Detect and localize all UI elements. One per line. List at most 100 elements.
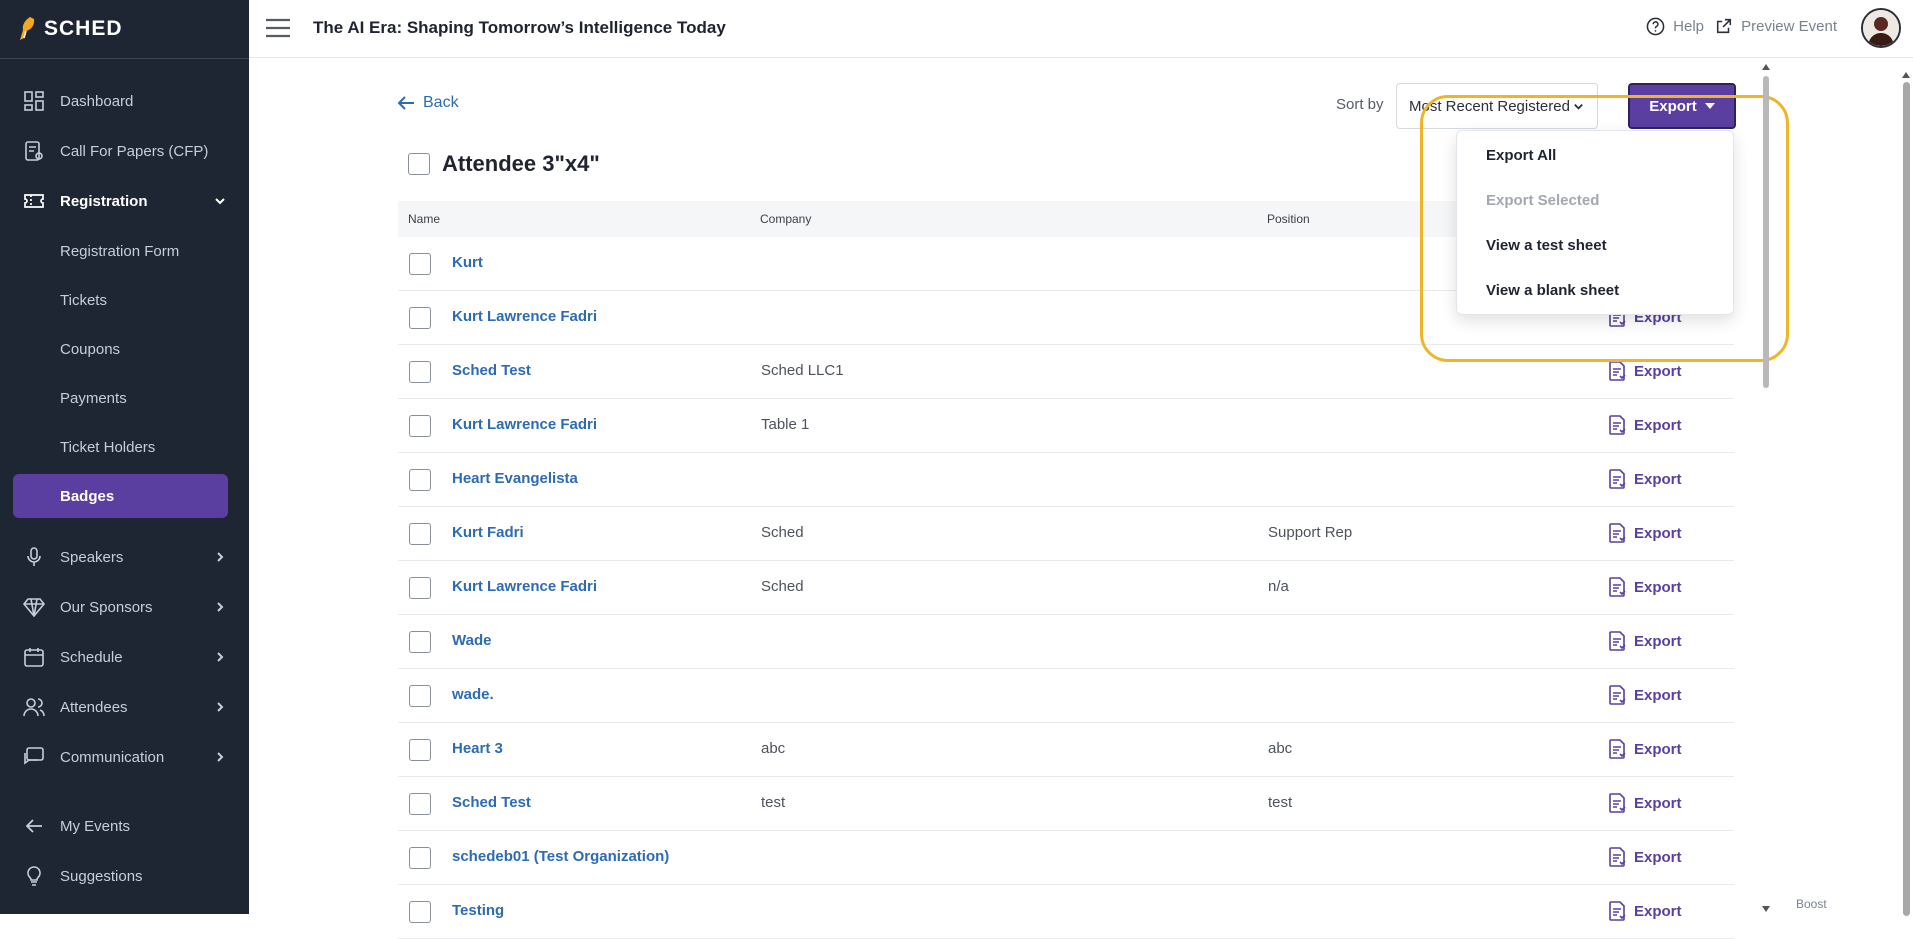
- scroll-up-arrow-icon[interactable]: [1762, 64, 1770, 70]
- sidebar-subitem-tickets[interactable]: Tickets: [0, 278, 249, 322]
- attendee-name-link[interactable]: wade.: [452, 686, 494, 703]
- highlight-annotation: [1420, 95, 1789, 362]
- row-export-button[interactable]: Export: [1608, 523, 1682, 543]
- row-checkbox[interactable]: [409, 307, 431, 329]
- export-document-icon: [1609, 469, 1626, 489]
- chevron-right-icon[interactable]: [213, 750, 227, 764]
- sidebar-item-label: Dashboard: [60, 92, 134, 110]
- menu-icon[interactable]: [265, 17, 291, 39]
- row-checkbox[interactable]: [409, 847, 431, 869]
- help-link[interactable]: Help: [1646, 17, 1704, 36]
- chevron-down-icon[interactable]: [213, 194, 227, 208]
- sidebar-item-communication[interactable]: Communication: [0, 735, 249, 779]
- sidebar-item-my-events[interactable]: My Events: [0, 804, 249, 848]
- sidebar-item-label: Communication: [60, 748, 165, 766]
- content-scrollbar[interactable]: [1760, 64, 1772, 914]
- row-checkbox[interactable]: [409, 739, 431, 761]
- sidebar-item-attendees[interactable]: Attendees: [0, 685, 249, 729]
- attendee-name-link[interactable]: Kurt Lawrence Fadri: [452, 308, 597, 325]
- attendee-name-link[interactable]: Kurt Lawrence Fadri: [452, 578, 597, 595]
- chevron-right-icon[interactable]: [213, 650, 227, 664]
- attendee-name-link[interactable]: Sched Test: [452, 794, 531, 811]
- attendee-name-link[interactable]: Testing: [452, 902, 504, 919]
- row-checkbox[interactable]: [409, 631, 431, 653]
- preview-label: Preview Event: [1741, 17, 1837, 35]
- attendee-name-link[interactable]: Kurt Fadri: [452, 524, 524, 541]
- table-row: schedeb01 (Test Organization) Export: [398, 831, 1734, 885]
- row-checkbox[interactable]: [409, 469, 431, 491]
- attendee-name-link[interactable]: Kurt: [452, 254, 483, 271]
- attendee-position: Support Rep: [1268, 524, 1353, 541]
- attendee-name-link[interactable]: Kurt Lawrence Fadri: [452, 416, 597, 433]
- external-link-icon: [1717, 18, 1732, 34]
- avatar[interactable]: [1861, 8, 1901, 48]
- attendee-name-link[interactable]: schedeb01 (Test Organization): [452, 848, 669, 865]
- select-all-checkbox[interactable]: [408, 153, 430, 175]
- row-checkbox[interactable]: [409, 253, 431, 275]
- row-export-label: Export: [1634, 362, 1682, 380]
- brand-name: SCHED: [44, 17, 123, 40]
- sidebar-item-dashboard[interactable]: Dashboard: [0, 79, 249, 123]
- sidebar-item-registration[interactable]: Registration: [0, 179, 249, 223]
- sidebar-subitem-coupons[interactable]: Coupons: [0, 327, 249, 371]
- table-row: Kurt Lawrence Fadri Sched n/a Export: [398, 561, 1734, 615]
- attendee-company: Sched: [761, 578, 804, 595]
- row-export-button[interactable]: Export: [1608, 631, 1682, 651]
- chevron-right-icon[interactable]: [213, 600, 227, 614]
- row-checkbox[interactable]: [409, 523, 431, 545]
- sidebar-subitem-payments[interactable]: Payments: [0, 376, 249, 420]
- sidebar-item-speakers[interactable]: Speakers: [0, 535, 249, 579]
- sched-logo[interactable]: SCHED: [16, 14, 123, 44]
- table-row: Kurt Lawrence Fadri Table 1 Export: [398, 399, 1734, 453]
- attendee-name-link[interactable]: Heart Evangelista: [452, 470, 578, 487]
- row-checkbox[interactable]: [409, 577, 431, 599]
- row-export-button[interactable]: Export: [1608, 847, 1682, 867]
- sidebar-subitem-registration-form[interactable]: Registration Form: [0, 229, 249, 273]
- row-checkbox[interactable]: [409, 901, 431, 923]
- row-export-button[interactable]: Export: [1608, 469, 1682, 489]
- scroll-up-arrow-icon[interactable]: [1902, 72, 1910, 78]
- back-link[interactable]: Back: [397, 94, 459, 112]
- attendee-name-link[interactable]: Wade: [452, 632, 491, 649]
- attendee-company: Sched: [761, 524, 804, 541]
- people-icon: [23, 698, 45, 717]
- row-export-button[interactable]: Export: [1608, 739, 1682, 759]
- row-checkbox[interactable]: [409, 361, 431, 383]
- export-document-icon: [1609, 901, 1626, 921]
- scrollbar-thumb[interactable]: [1763, 76, 1769, 388]
- row-checkbox[interactable]: [409, 685, 431, 707]
- scrollbar-thumb[interactable]: [1903, 82, 1910, 916]
- attendee-name-link[interactable]: Heart 3: [452, 740, 503, 757]
- sidebar-item-label: Suggestions: [60, 867, 143, 885]
- sidebar-item-suggestions[interactable]: Suggestions: [0, 854, 249, 898]
- scroll-down-arrow-icon[interactable]: [1762, 906, 1770, 912]
- sidebar-subitem-label: Registration Form: [60, 242, 180, 260]
- attendee-name-link[interactable]: Sched Test: [452, 362, 531, 379]
- chat-icon: [24, 747, 44, 765]
- row-export-label: Export: [1634, 740, 1682, 758]
- sidebar-item-sponsors[interactable]: Our Sponsors: [0, 585, 249, 629]
- preview-event-link[interactable]: Preview Event: [1715, 17, 1837, 35]
- row-export-button[interactable]: Export: [1608, 793, 1682, 813]
- row-checkbox[interactable]: [409, 793, 431, 815]
- table-row: Wade Export: [398, 615, 1734, 669]
- sidebar-subitem-badges[interactable]: Badges: [13, 474, 228, 518]
- chevron-right-icon[interactable]: [213, 550, 227, 564]
- attendee-company: Table 1: [761, 416, 810, 433]
- attendee-position: n/a: [1268, 578, 1289, 595]
- chevron-right-icon[interactable]: [213, 700, 227, 714]
- arrow-left-icon: [25, 819, 42, 833]
- row-export-button[interactable]: Export: [1608, 577, 1682, 597]
- row-export-label: Export: [1634, 632, 1682, 650]
- row-export-button[interactable]: Export: [1608, 685, 1682, 705]
- row-export-button[interactable]: Export: [1608, 415, 1682, 435]
- sidebar-subitem-ticket-holders[interactable]: Ticket Holders: [0, 425, 249, 469]
- row-export-button[interactable]: Export: [1608, 901, 1682, 921]
- row-export-button[interactable]: Export: [1608, 361, 1682, 381]
- sidebar-item-cfp[interactable]: Call For Papers (CFP): [0, 129, 249, 173]
- row-checkbox[interactable]: [409, 415, 431, 437]
- page-scrollbar[interactable]: [1900, 72, 1913, 916]
- attendee-company: abc: [761, 740, 786, 757]
- sidebar-divider: [0, 58, 249, 59]
- sidebar-item-schedule[interactable]: Schedule: [0, 635, 249, 679]
